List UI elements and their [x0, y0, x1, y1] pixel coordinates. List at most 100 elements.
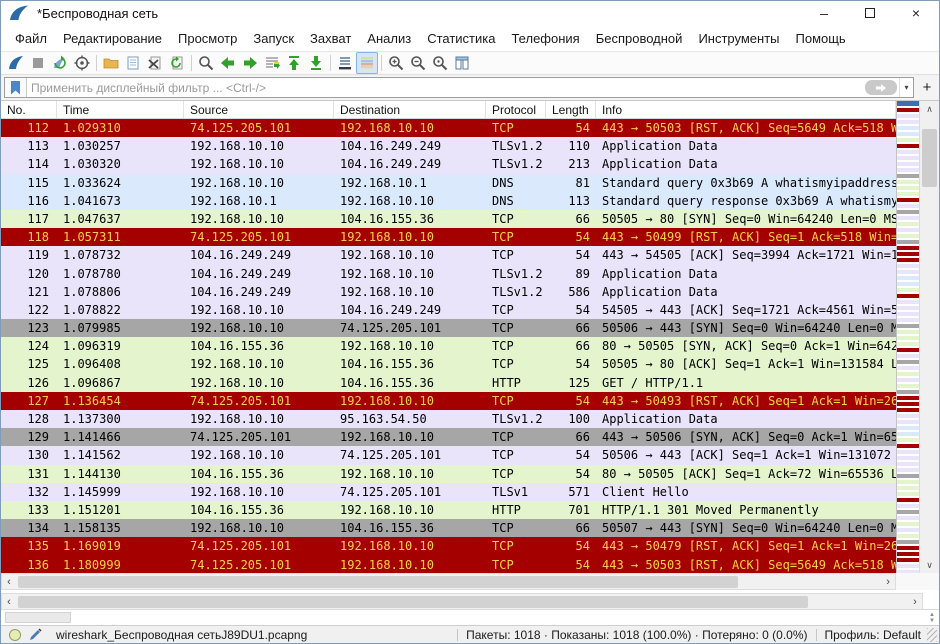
column-header-source[interactable]: Source [184, 101, 334, 118]
close-file-button[interactable] [144, 52, 166, 74]
zoom-out-button[interactable] [407, 52, 429, 74]
hscroll-thumb[interactable] [18, 596, 808, 608]
add-filter-button[interactable]: + [918, 77, 936, 98]
zoom-in-button[interactable] [385, 52, 407, 74]
packet-row[interactable]: 1251.096408192.168.10.10104.16.155.36TCP… [1, 355, 896, 373]
column-header-info[interactable]: Info [596, 101, 896, 118]
scroll-up-icon[interactable]: ∧ [926, 101, 933, 117]
open-file-button[interactable] [100, 52, 122, 74]
cell-time: 1.158135 [57, 519, 184, 537]
maximize-button[interactable] [847, 1, 893, 25]
resize-grip[interactable] [927, 628, 937, 642]
go-top-button[interactable] [283, 52, 305, 74]
packet-row[interactable]: 1261.096867192.168.10.10104.16.155.36HTT… [1, 374, 896, 392]
vertical-scroll-thumb[interactable] [922, 129, 937, 187]
packet-row[interactable]: 1351.16901974.125.205.101192.168.10.10TC… [1, 537, 896, 555]
packet-row[interactable]: 1141.030320192.168.10.10104.16.249.249TL… [1, 155, 896, 173]
capture-comment-icon[interactable] [29, 628, 42, 641]
display-filter-input[interactable] [27, 79, 865, 96]
packet-row[interactable]: 1151.033624192.168.10.10192.168.10.1DNS8… [1, 174, 896, 192]
resize-columns-button[interactable] [451, 52, 473, 74]
packet-row[interactable]: 1121.02931074.125.205.101192.168.10.10TC… [1, 119, 896, 137]
packet-list-hscrollbar[interactable]: ‹ › [1, 573, 896, 590]
menu-go[interactable]: Запуск [245, 27, 302, 50]
restart-capture-button[interactable] [49, 52, 71, 74]
find-packet-button[interactable] [195, 52, 217, 74]
packet-row[interactable]: 1131.030257192.168.10.10104.16.249.249TL… [1, 137, 896, 155]
go-forward-button[interactable] [239, 52, 261, 74]
stop-capture-button[interactable] [27, 52, 49, 74]
tiny-scroll-arrows[interactable]: ▲▼ [929, 612, 935, 624]
column-header-time[interactable]: Time [57, 101, 184, 118]
close-button[interactable]: × [893, 1, 939, 25]
cell-protocol: TCP [486, 519, 546, 537]
wireshark-logo-icon [9, 5, 29, 21]
go-back-button[interactable] [217, 52, 239, 74]
packet-row[interactable]: 1341.158135192.168.10.10104.16.155.36TCP… [1, 519, 896, 537]
packet-row[interactable]: 1301.141562192.168.10.1074.125.205.101TC… [1, 446, 896, 464]
packet-row[interactable]: 1211.078806104.16.249.249192.168.10.10TL… [1, 283, 896, 301]
scroll-right-icon[interactable]: › [908, 596, 922, 608]
save-file-button[interactable] [122, 52, 144, 74]
colorize-icon [359, 55, 375, 71]
packet-row[interactable]: 1241.096319104.16.155.36192.168.10.10TCP… [1, 337, 896, 355]
menu-analyze[interactable]: Анализ [359, 27, 419, 50]
menu-view[interactable]: Просмотр [170, 27, 245, 50]
go-to-packet-button[interactable] [261, 52, 283, 74]
go-bottom-button[interactable] [305, 52, 327, 74]
packet-row[interactable]: 1291.14146674.125.205.101192.168.10.10TC… [1, 428, 896, 446]
menu-help[interactable]: Помощь [788, 27, 854, 50]
packet-row[interactable]: 1361.18099974.125.205.101192.168.10.10TC… [1, 556, 896, 574]
column-header-protocol[interactable]: Protocol [486, 101, 546, 118]
start-capture-button[interactable] [5, 52, 27, 74]
packet-row[interactable]: 1181.05731174.125.205.101192.168.10.10TC… [1, 228, 896, 246]
minimize-button[interactable]: – [801, 1, 847, 25]
menu-capture[interactable]: Захват [302, 27, 359, 50]
auto-scroll-button[interactable] [334, 52, 356, 74]
packet-row[interactable]: 1231.079985192.168.10.1074.125.205.101TC… [1, 319, 896, 337]
go-back-icon [220, 55, 236, 71]
column-header-destination[interactable]: Destination [334, 101, 486, 118]
zoom-reset-button[interactable] [429, 52, 451, 74]
packet-row[interactable]: 1311.144130104.16.155.36192.168.10.10TCP… [1, 465, 896, 483]
menu-telephony[interactable]: Телефония [503, 27, 587, 50]
packet-row[interactable]: 1271.13645474.125.205.101192.168.10.10TC… [1, 392, 896, 410]
cell-source: 192.168.10.10 [184, 355, 334, 373]
menu-statistics[interactable]: Статистика [419, 27, 503, 50]
scroll-left-icon[interactable]: ‹ [2, 576, 16, 588]
intelligent-scrollbar-minimap[interactable] [896, 101, 919, 573]
profile-label[interactable]: Профиль: Default [825, 628, 928, 642]
expert-info-icon[interactable] [9, 629, 21, 641]
capture-options-button[interactable] [71, 52, 93, 74]
packet-row[interactable]: 1281.137300192.168.10.1095.163.54.50TLSv… [1, 410, 896, 428]
filter-bookmark-icon[interactable] [5, 78, 27, 97]
apply-filter-button[interactable] [865, 80, 897, 95]
column-header-no[interactable]: No. [1, 101, 57, 118]
packet-row[interactable]: 1321.145999192.168.10.1074.125.205.101TL… [1, 483, 896, 501]
menu-tools[interactable]: Инструменты [690, 27, 787, 50]
cell-time: 1.141466 [57, 428, 184, 446]
packet-row[interactable]: 1161.041673192.168.10.1192.168.10.10DNS1… [1, 192, 896, 210]
menu-edit[interactable]: Редактирование [55, 27, 170, 50]
vertical-scrollbar[interactable]: ∧ ∨ [919, 101, 939, 573]
scroll-left-icon[interactable]: ‹ [2, 596, 16, 608]
detail-pane-hscrollbar[interactable]: ‹ › [1, 593, 923, 610]
resize-columns-icon [454, 55, 470, 71]
menu-file[interactable]: Файл [7, 27, 55, 50]
capture-file-name[interactable]: wireshark_Беспроводная сетьJ89DU1.pcapng [56, 628, 307, 642]
column-header-length[interactable]: Length [546, 101, 596, 118]
hscroll-thumb[interactable] [18, 576, 738, 588]
reload-file-button[interactable] [166, 52, 188, 74]
packet-row[interactable]: 1201.078780104.16.249.249192.168.10.10TL… [1, 265, 896, 283]
scroll-down-icon[interactable]: ∨ [926, 557, 933, 573]
menu-bar: ФайлРедактированиеПросмотрЗапускЗахватАн… [1, 25, 939, 51]
menu-wireless[interactable]: Беспроводной [588, 27, 691, 50]
filter-dropdown-caret[interactable]: ▾ [899, 78, 913, 97]
colorize-button[interactable] [356, 52, 378, 74]
packet-row[interactable]: 1191.078732104.16.249.249192.168.10.10TC… [1, 246, 896, 264]
scroll-right-icon[interactable]: › [881, 576, 895, 588]
cell-no: 131 [1, 465, 57, 483]
packet-row[interactable]: 1171.047637192.168.10.10104.16.155.36TCP… [1, 210, 896, 228]
packet-row[interactable]: 1221.078822192.168.10.10104.16.249.249TC… [1, 301, 896, 319]
packet-row[interactable]: 1331.151201104.16.155.36192.168.10.10HTT… [1, 501, 896, 519]
